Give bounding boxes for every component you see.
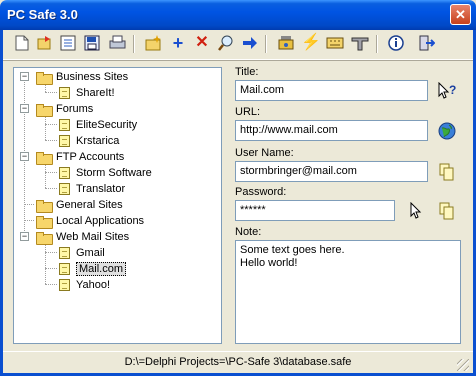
folder-icon bbox=[36, 151, 53, 165]
tree-folder-label: Web Mail Sites bbox=[56, 231, 130, 243]
tree-folder-label: Forums bbox=[56, 103, 94, 115]
tree-entry-label: Krstarica bbox=[76, 135, 120, 147]
tree-entry-storm-software[interactable]: Storm Software bbox=[59, 165, 152, 181]
tree-entry-label: Translator bbox=[76, 183, 126, 195]
delete-icon[interactable]: ✕ bbox=[193, 34, 211, 52]
tree-folder-label: Local Applications bbox=[56, 215, 145, 227]
note-icon bbox=[59, 183, 70, 195]
username-field[interactable]: stormbringer@mail.com bbox=[235, 161, 428, 182]
generator-icon[interactable] bbox=[326, 34, 344, 52]
note-icon bbox=[59, 263, 70, 275]
collapse-toggle[interactable]: − bbox=[20, 72, 29, 81]
tree-entry-krstarica[interactable]: Krstarica bbox=[59, 133, 119, 149]
search-icon[interactable] bbox=[217, 34, 235, 52]
tools-icon[interactable] bbox=[351, 34, 369, 52]
tree-entry-gmail[interactable]: Gmail bbox=[59, 245, 105, 261]
folder-icon bbox=[36, 199, 53, 213]
tree-entry-label: Yahoo! bbox=[76, 279, 111, 291]
toolbar-separator bbox=[133, 35, 135, 53]
tree-folder-label: Business Sites bbox=[56, 71, 129, 83]
window-title: PC Safe 3.0 bbox=[7, 7, 78, 22]
collapse-toggle[interactable]: − bbox=[20, 104, 29, 113]
svg-text:?: ? bbox=[449, 83, 456, 97]
tree-folder-web-mail-sites[interactable]: Web Mail Sites bbox=[36, 229, 129, 245]
password-label: Password: bbox=[235, 186, 287, 198]
settings-icon[interactable] bbox=[277, 34, 295, 52]
tree-folder-label: General Sites bbox=[56, 199, 123, 211]
copy-icon[interactable] bbox=[437, 162, 457, 182]
status-bar: D:\=Delphi Projects=\PC-Safe 3\database.… bbox=[3, 351, 473, 373]
url-label: URL: bbox=[235, 106, 261, 118]
folder-icon bbox=[36, 71, 53, 85]
lightning-icon[interactable]: ⚡ bbox=[301, 34, 321, 52]
password-field[interactable]: ****** bbox=[235, 200, 395, 221]
folder-icon bbox=[36, 231, 53, 245]
note-textarea[interactable]: Some text goes here. Hello world! bbox=[235, 240, 461, 344]
tree-entry-label: Storm Software bbox=[76, 167, 152, 179]
tree-entry-label: Gmail bbox=[76, 247, 105, 259]
tree-folder-label: FTP Accounts bbox=[56, 151, 125, 163]
tree-folder-business-sites[interactable]: Business Sites bbox=[36, 69, 128, 85]
tree-entry-translator[interactable]: Translator bbox=[59, 181, 125, 197]
new-folder-icon[interactable] bbox=[144, 34, 162, 52]
tree-entry-label-selected: Mail.com bbox=[76, 262, 127, 276]
tree-folder-general-sites[interactable]: General Sites bbox=[36, 197, 123, 213]
note-label: Note: bbox=[235, 226, 262, 238]
status-path: D:\=Delphi Projects=\PC-Safe 3\database.… bbox=[124, 356, 352, 368]
folder-icon bbox=[36, 103, 53, 117]
title-bar[interactable]: PC Safe 3.0 ✕ bbox=[0, 0, 476, 30]
username-label: User Name: bbox=[235, 147, 294, 159]
print-icon[interactable] bbox=[108, 34, 126, 52]
toolbar-separator bbox=[376, 35, 378, 53]
toolbar-separator bbox=[265, 35, 267, 53]
note-icon bbox=[59, 247, 70, 259]
tree-entry-label: ShareIt! bbox=[76, 87, 115, 99]
tree-entry-yahoo[interactable]: Yahoo! bbox=[59, 277, 110, 293]
tree-entry-elitesecurity[interactable]: EliteSecurity bbox=[59, 117, 137, 133]
help-cursor-icon[interactable]: ? bbox=[437, 81, 457, 101]
url-field[interactable]: http://www.mail.com bbox=[235, 120, 428, 141]
globe-icon[interactable] bbox=[437, 121, 457, 141]
note-icon bbox=[59, 119, 70, 131]
new-document-icon[interactable] bbox=[13, 34, 31, 52]
tree-folder-forums[interactable]: Forums bbox=[36, 101, 93, 117]
exit-icon[interactable] bbox=[418, 34, 436, 52]
title-field[interactable]: Mail.com bbox=[235, 80, 428, 101]
properties-icon[interactable] bbox=[59, 34, 77, 52]
tree-entry-shareit[interactable]: ShareIt! bbox=[59, 85, 115, 101]
folder-icon bbox=[36, 215, 53, 229]
tree-entry-mail-com[interactable]: Mail.com bbox=[59, 261, 127, 277]
save-icon[interactable] bbox=[83, 34, 101, 52]
toolbar: + ✕ ⚡ bbox=[3, 30, 473, 60]
collapse-toggle[interactable]: − bbox=[20, 152, 29, 161]
go-arrow-icon[interactable] bbox=[241, 34, 259, 52]
open-icon[interactable] bbox=[36, 34, 54, 52]
close-button[interactable]: ✕ bbox=[450, 4, 471, 25]
collapse-toggle[interactable]: − bbox=[20, 232, 29, 241]
tree-entry-label: EliteSecurity bbox=[76, 119, 138, 131]
note-icon bbox=[59, 167, 70, 179]
note-icon bbox=[59, 135, 70, 147]
note-icon bbox=[59, 279, 70, 291]
copy-icon[interactable] bbox=[437, 201, 457, 221]
entries-tree[interactable]: − − − − Business Sites ShareIt! Forums E… bbox=[13, 67, 222, 344]
resize-grip[interactable] bbox=[457, 359, 469, 371]
title-label: Title: bbox=[235, 66, 259, 78]
add-icon[interactable]: + bbox=[169, 34, 187, 52]
cursor-icon[interactable] bbox=[406, 201, 426, 221]
note-icon bbox=[59, 87, 70, 99]
info-icon[interactable] bbox=[387, 34, 405, 52]
tree-folder-ftp-accounts[interactable]: FTP Accounts bbox=[36, 149, 124, 165]
tree-folder-local-applications[interactable]: Local Applications bbox=[36, 213, 144, 229]
